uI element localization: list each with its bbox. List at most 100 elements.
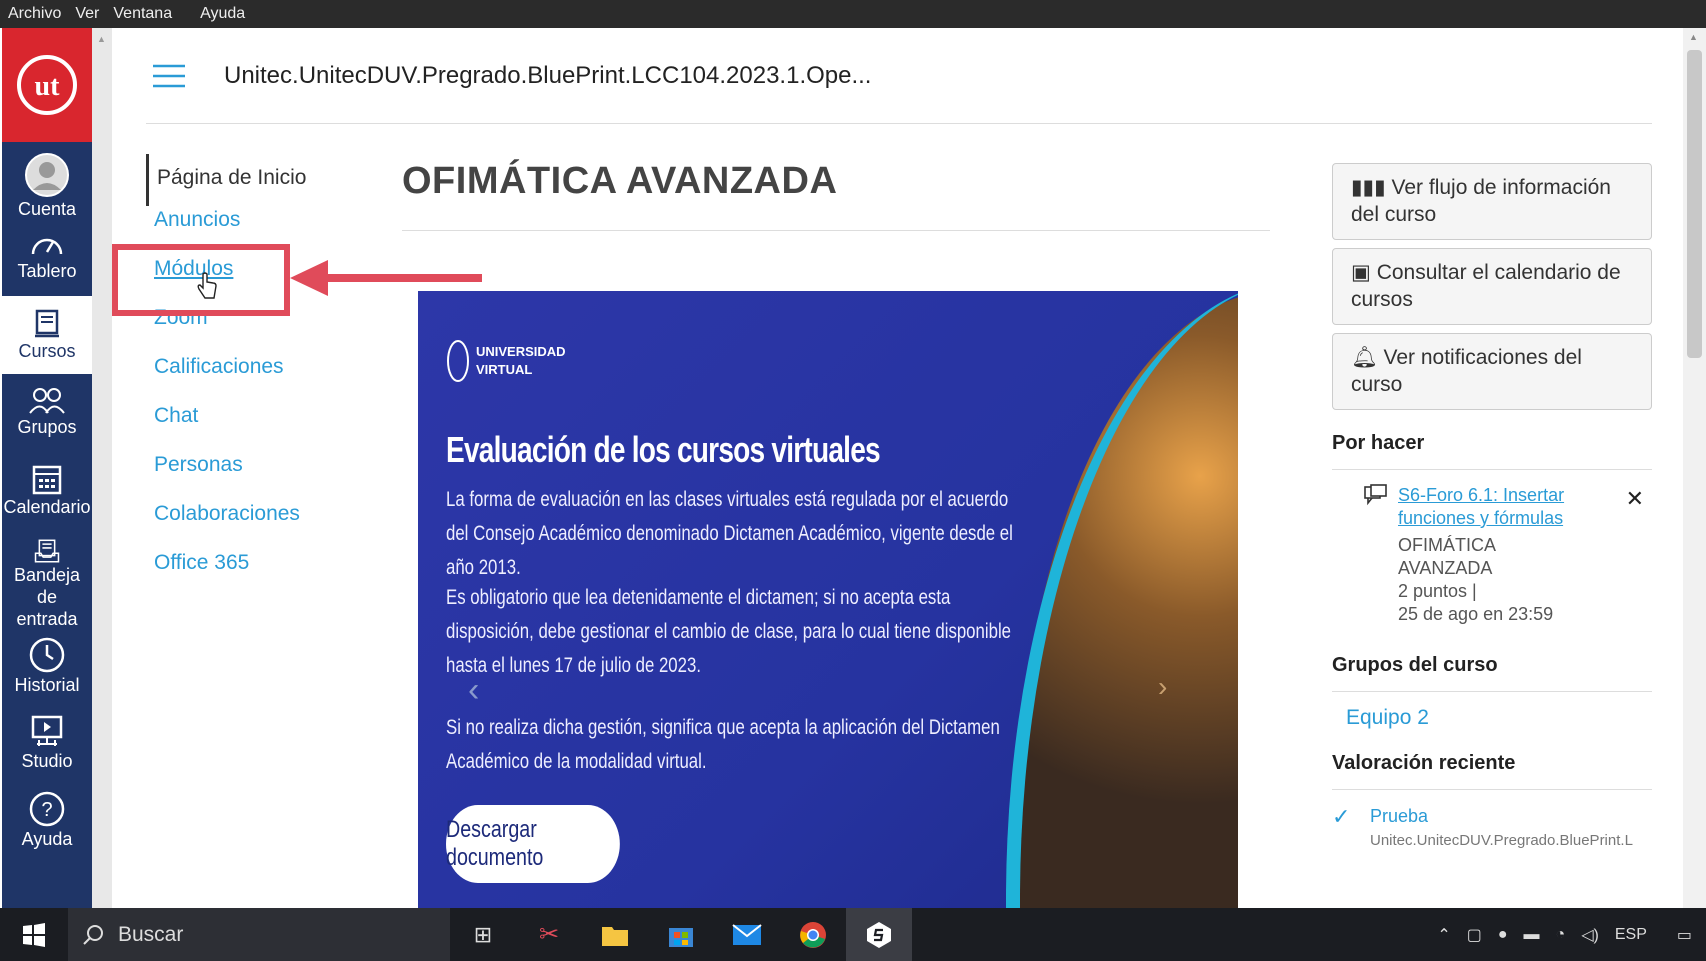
mail-icon[interactable] <box>714 908 780 961</box>
breadcrumb[interactable]: Unitec.UnitecDUV.Pregrado.BluePrint.LCC1… <box>224 62 871 90</box>
header-divider <box>146 123 1652 124</box>
button-label: Consultar el calendario de cursos <box>1351 261 1621 311</box>
task-view-icon[interactable]: ⊞ <box>450 908 516 961</box>
banner-title: Evaluación de los cursos virtuales <box>446 429 881 470</box>
banner-paragraph-1: La forma de evaluación en las clases vir… <box>446 488 1013 579</box>
carousel-next-icon[interactable]: › <box>1158 671 1167 703</box>
history-icon <box>29 637 65 673</box>
nav-inbox[interactable]: Bandeja de entrada <box>2 530 92 630</box>
chart-icon: ▮▮▮ <box>1351 176 1392 199</box>
wifi-icon[interactable]: ◔ <box>1556 926 1566 944</box>
windows-taskbar: Buscar ⊞ ✂ ⌃ ▢ ● ▬ ◔ ◁) ESP ▭ <box>0 908 1706 961</box>
course-nav-grades[interactable]: Calificaciones <box>146 353 336 402</box>
banner-logo-line1: UNIVERSIDAD <box>476 344 566 359</box>
course-nav-home[interactable]: Página de Inicio <box>146 154 336 206</box>
course-stream-button[interactable]: ▮▮▮ Ver flujo de información del curso <box>1332 163 1652 240</box>
groups-heading: Grupos del curso <box>1332 654 1498 676</box>
course-nav: Página de Inicio Anuncios Módulos Zoom C… <box>146 154 336 598</box>
windows-start-icon[interactable] <box>22 923 46 947</box>
dashboard-icon <box>31 238 63 255</box>
nav-label: Bandeja de entrada <box>13 565 81 629</box>
nav-history[interactable]: Historial <box>2 630 92 706</box>
hand-cursor-icon <box>197 272 217 299</box>
nav-label: Cursos <box>18 341 76 361</box>
banner-logo-line2: VIRTUAL <box>476 362 533 377</box>
page-scrollbar[interactable]: ▲ <box>1683 28 1706 908</box>
tray-chevron-icon[interactable]: ⌃ <box>1437 925 1450 945</box>
button-label: Ver notificaciones del curso <box>1351 346 1582 396</box>
menu-ventana[interactable]: Ventana <box>113 5 172 23</box>
title-divider <box>402 230 1270 231</box>
nav-label: Studio <box>21 751 73 771</box>
dismiss-close-icon[interactable]: ✕ <box>1626 486 1644 512</box>
hamburger-menu-icon[interactable] <box>152 64 186 88</box>
course-notifications-button[interactable]: 🔔︎ Ver notificaciones del curso <box>1332 333 1652 410</box>
microphone-icon[interactable]: ● <box>1498 926 1508 944</box>
todo-due: 25 de ago en 23:59 <box>1398 604 1554 624</box>
help-icon: ? <box>29 791 65 827</box>
download-document-button[interactable]: Descargar documento <box>446 805 620 883</box>
university-seal-icon <box>447 340 469 382</box>
app-menubar: Archivo Ver Ventana Ayuda <box>0 0 1706 28</box>
nav-courses[interactable]: Cursos <box>2 296 92 374</box>
notifications-icon[interactable]: ▭ <box>1677 925 1692 945</box>
nav-label: Tablero <box>17 261 77 281</box>
svg-text:?: ? <box>41 799 52 821</box>
todo-item: S6-Foro 6.1: Insertar funciones y fórmul… <box>1332 484 1652 654</box>
nav-help[interactable]: ? Ayuda <box>2 784 92 858</box>
unitec-logo[interactable]: ut <box>2 28 92 142</box>
left-scroll-gutter: ▲ <box>92 28 112 908</box>
scroll-up-icon[interactable]: ▲ <box>1689 32 1698 42</box>
scroll-up-icon[interactable]: ▲ <box>97 34 106 44</box>
system-tray: ⌃ ▢ ● ▬ ◔ ◁) ESP ▭ <box>1437 908 1692 961</box>
snipping-tool-icon[interactable]: ✂ <box>516 908 582 961</box>
nav-label: Historial <box>14 675 80 695</box>
menu-ayuda[interactable]: Ayuda <box>200 5 245 23</box>
course-calendar-button[interactable]: ▣ Consultar el calendario de cursos <box>1332 248 1652 325</box>
nav-groups[interactable]: Grupos <box>2 374 92 452</box>
nav-label: Cuenta <box>17 199 77 219</box>
todo-course: OFIMÁTICA AVANZADA <box>1398 535 1496 578</box>
todo-details: OFIMÁTICA AVANZADA 2 puntos | 25 de ago … <box>1398 534 1618 626</box>
studio-icon <box>31 715 63 746</box>
app-icon[interactable] <box>846 908 912 961</box>
nav-dashboard[interactable]: Tablero <box>2 220 92 296</box>
battery-icon[interactable]: ▬ <box>1524 926 1540 944</box>
course-nav-people[interactable]: Personas <box>146 451 336 500</box>
file-explorer-icon[interactable] <box>582 908 648 961</box>
page-title: OFIMÁTICA AVANZADA <box>402 160 838 202</box>
language-indicator[interactable]: ESP <box>1615 926 1647 944</box>
course-header: Unitec.UnitecDUV.Pregrado.BluePrint.LCC1… <box>112 28 1650 124</box>
todo-points: 2 puntos | <box>1398 581 1477 601</box>
menu-archivo[interactable]: Archivo <box>8 5 61 23</box>
tray-device-icon[interactable]: ▢ <box>1467 925 1482 945</box>
carousel-prev-icon[interactable]: ‹ <box>468 671 479 710</box>
banner-paragraph-3: Si no realiza dicha gestión, significa q… <box>446 716 1000 773</box>
store-icon[interactable] <box>648 908 714 961</box>
banner-ring <box>1006 291 1238 908</box>
banner-logo: UNIVERSIDAD VIRTUAL <box>446 339 566 383</box>
nav-account[interactable]: Cuenta <box>2 142 92 220</box>
menu-ver[interactable]: Ver <box>75 5 99 23</box>
recent-feedback-link[interactable]: Prueba <box>1370 806 1428 827</box>
checkmark-icon: ✓ <box>1332 804 1351 829</box>
course-nav-chat[interactable]: Chat <box>146 402 336 451</box>
divider <box>1332 691 1652 692</box>
volume-icon[interactable]: ◁) <box>1581 925 1599 945</box>
group-link[interactable]: Equipo 2 <box>1332 706 1652 730</box>
chrome-icon[interactable] <box>780 908 846 961</box>
divider <box>1332 789 1652 790</box>
recent-feedback-item: ✓ Prueba Unitec.UnitecDUV.Pregrado.BlueP… <box>1332 804 1652 864</box>
scrollbar-thumb[interactable] <box>1687 50 1702 358</box>
groups-icon <box>29 388 65 414</box>
search-placeholder: Buscar <box>118 922 184 946</box>
courses-icon <box>35 309 59 338</box>
course-nav-collaborations[interactable]: Colaboraciones <box>146 500 336 549</box>
global-nav: ut Cuenta Tablero Cursos Grupos Calendar… <box>2 28 92 908</box>
taskbar-search[interactable]: Buscar <box>68 908 450 961</box>
recent-feedback-heading: Valoración reciente <box>1332 752 1516 774</box>
nav-calendar[interactable]: Calendario <box>2 452 92 530</box>
nav-studio[interactable]: Studio <box>2 706 92 784</box>
course-nav-office365[interactable]: Office 365 <box>146 549 336 598</box>
todo-link[interactable]: S6-Foro 6.1: Insertar funciones y fórmul… <box>1398 484 1588 530</box>
